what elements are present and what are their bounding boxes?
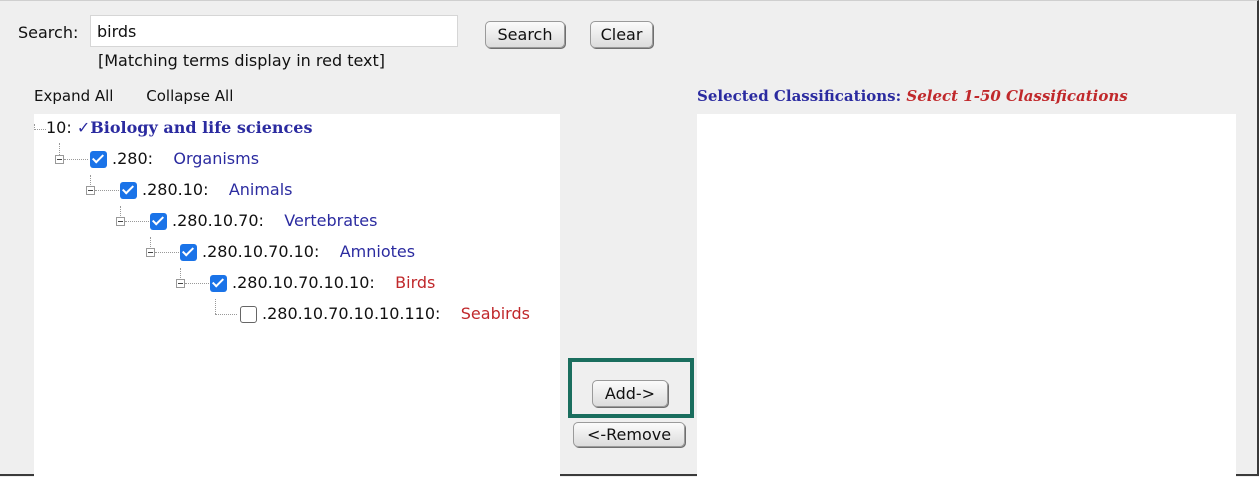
collapse-toggle-icon[interactable] [55,155,64,164]
remove-button[interactable]: <-Remove [573,422,685,447]
search-label: Search: [18,23,79,42]
collapse-toggle-icon[interactable] [86,186,95,195]
checkbox-animals[interactable] [120,182,137,199]
tree-node-term[interactable]: Amniotes [340,242,415,261]
tree-connector [95,190,119,191]
clear-button[interactable]: Clear [590,21,653,48]
checkbox-vertebrates[interactable] [150,213,167,230]
tree-root: 10: ✓Biology and life sciences [46,118,312,142]
classification-tree: 10: ✓Biology and life sciences .280: Org… [34,114,560,477]
selected-title: Selected Classifications: [697,87,902,105]
tree-node-code: .280.10.70.10.10: [232,273,375,292]
tree-node-code: .280.10.70.10.10.110: [262,304,441,323]
checkbox-seabirds[interactable] [240,306,257,323]
collapse-toggle-icon[interactable] [176,279,185,288]
selected-classifications-heading: Selected Classifications: Select 1-50 Cl… [697,87,1128,105]
tree-toolbar: Expand All Collapse All [34,87,261,105]
tree-node-code: .280.10.70: [172,211,264,230]
tree-connector [215,299,216,314]
search-input[interactable] [90,15,458,47]
tree-node-term[interactable]: Organisms [173,149,259,168]
expand-all-link[interactable]: Expand All [34,87,113,105]
collapse-toggle-icon[interactable] [116,217,125,226]
tree-node-term[interactable]: Animals [229,180,293,199]
tree-connector [64,159,88,160]
classification-picker: Search: [Matching terms display in red t… [0,0,1259,477]
collapse-toggle-icon[interactable] [146,248,155,257]
tree-node-vertebrates[interactable]: .280.10.70: Vertebrates [172,211,377,235]
tree-connector [34,129,46,130]
tree-node-birds[interactable]: .280.10.70.10.10: Birds [232,273,435,297]
tree-node-organisms[interactable]: .280: Organisms [112,149,259,173]
tree-connector [185,283,209,284]
tree-node-code: .280: [112,149,154,168]
checkbox-amniotes[interactable] [180,244,197,261]
tree-connector [125,221,149,222]
selected-hint: Select 1-50 Classifications [906,87,1128,105]
collapse-all-link[interactable]: Collapse All [146,87,233,105]
tree-connector [59,143,60,155]
selected-classifications-list[interactable] [697,114,1236,477]
tree-node-code: .280.10: [142,180,209,199]
tree-node-amniotes[interactable]: .280.10.70.10: Amniotes [202,242,415,266]
tree-root-code: 10: [46,118,72,137]
tree-node-code: .280.10.70.10: [202,242,320,261]
tree-node-seabirds[interactable]: .280.10.70.10.10.110: Seabirds [262,304,530,328]
tree-connector [155,252,179,253]
tree-node-term[interactable]: Birds [395,273,435,292]
search-hint: [Matching terms display in red text] [98,51,386,70]
tree-connector [215,314,237,315]
tree-root-term[interactable]: Biology and life sciences [90,118,312,137]
check-mark-icon: ✓ [76,118,91,137]
tree-node-term[interactable]: Vertebrates [284,211,377,230]
checkbox-birds[interactable] [210,275,227,292]
tree-node-animals[interactable]: .280.10: Animals [142,180,293,204]
tree-node-term[interactable]: Seabirds [461,304,530,323]
add-button[interactable]: Add-> [592,380,668,407]
search-button[interactable]: Search [485,21,565,48]
checkbox-organisms[interactable] [90,151,107,168]
